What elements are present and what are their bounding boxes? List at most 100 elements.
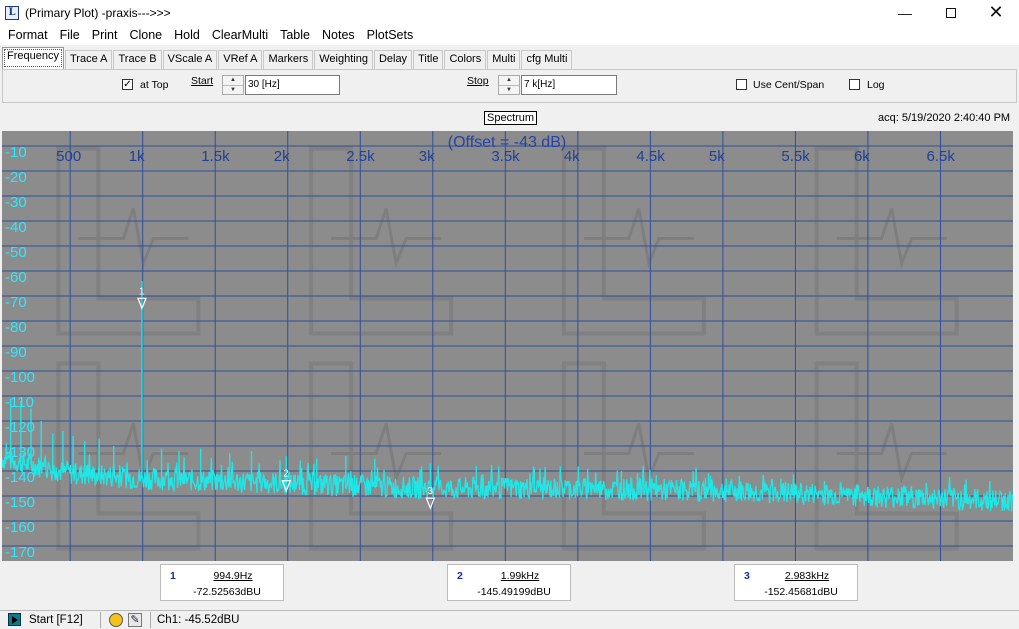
x-tick-label: 3k [419, 148, 435, 165]
marker-label: 3 [427, 486, 433, 497]
menu-file[interactable]: File [54, 28, 86, 42]
y-tick-label: -70 [5, 294, 27, 311]
y-tick-label: -160 [5, 519, 35, 536]
minimize-button[interactable]: — [882, 0, 928, 25]
stop-spin-up-icon[interactable]: ▲ [499, 76, 519, 85]
stop-frequency-field[interactable]: 7 k[Hz] [521, 75, 617, 95]
spectrum-plot-svg[interactable]: (Offset = -43 dB) 500 1k 1.5k 2k 2.5k 3k 3.5k 4… [2, 131, 1013, 561]
x-tick-label: 4k [564, 148, 580, 165]
log-label: Log [867, 79, 885, 91]
x-tick-label: 1k [129, 148, 145, 165]
menu-format[interactable]: Format [2, 28, 54, 42]
marker-frequency[interactable]: 994.9Hz [161, 570, 285, 582]
tab-title[interactable]: Title [413, 50, 444, 69]
marker-frequency[interactable]: 1.99kHz [448, 570, 572, 582]
x-tick-label: 2.5k [346, 148, 375, 165]
y-tick-label: -80 [5, 319, 27, 336]
y-tick-label: -10 [5, 144, 27, 161]
title-bar[interactable]: L (Primary Plot) -praxis--->>> — ✕ [0, 0, 1019, 25]
marker-readout-2[interactable]: 2 1.99kHz -145.49199dBU [447, 564, 571, 601]
x-tick-label: 1.5k [201, 148, 230, 165]
app-logo-icon: L [5, 5, 19, 20]
tab-frequency[interactable]: Frequency [2, 47, 64, 69]
y-tick-label: -90 [5, 344, 27, 361]
maximize-icon [946, 7, 956, 18]
at-top-checkbox[interactable]: ✓ [122, 79, 133, 90]
y-tick-label: -110 [5, 394, 34, 411]
marker-frequency[interactable]: 2.983kHz [735, 570, 859, 582]
start-button[interactable]: Start [F12] [29, 614, 83, 626]
y-tick-label: -150 [5, 494, 35, 511]
menu-clone[interactable]: Clone [123, 28, 168, 42]
play-icon[interactable] [8, 613, 21, 626]
app-window: L (Primary Plot) -praxis--->>> — ✕ Forma… [0, 0, 1019, 629]
y-tick-label: -50 [5, 244, 27, 261]
tab-markers[interactable]: Markers [263, 50, 314, 69]
menu-table[interactable]: Table [274, 28, 316, 42]
menu-bar: Format File Print Clone Hold ClearMulti … [0, 25, 1019, 45]
stop-spin-down-icon[interactable]: ▼ [499, 85, 519, 94]
frequency-panel: ✓ at Top Start ▲ ▼ 30 [Hz] Stop ▲ ▼ 7 k[… [2, 69, 1017, 103]
marker-label: 2 [283, 469, 289, 480]
start-spinner[interactable]: ▲ ▼ [222, 75, 244, 95]
channel-reading: Ch1: -45.52dBU [157, 614, 240, 626]
menu-print[interactable]: Print [86, 28, 124, 42]
acquisition-timestamp: acq: 5/19/2020 2:40:40 PM [878, 112, 1011, 124]
tab-colors[interactable]: Colors [444, 50, 487, 69]
at-top-label: at Top [140, 79, 169, 91]
y-tick-label: -140 [5, 469, 35, 486]
x-tick-label: 500 [56, 148, 81, 165]
x-tick-label: 5.5k [781, 148, 810, 165]
x-tick-label: 4.5k [636, 148, 665, 165]
tab-weighting[interactable]: Weighting [314, 50, 373, 69]
window-title: (Primary Plot) -praxis--->>> [25, 5, 171, 20]
stop-label: Stop [467, 75, 489, 87]
marker-readout-1[interactable]: 1 994.9Hz -72.52563dBU [160, 564, 284, 601]
status-divider [100, 612, 101, 628]
tab-multi[interactable]: Multi [487, 50, 521, 69]
tab-strip: Frequency Trace A Trace B VScale A VRef … [0, 47, 573, 69]
start-spin-up-icon[interactable]: ▲ [223, 76, 243, 85]
marker-label: 1 [139, 286, 145, 297]
menu-plotsets[interactable]: PlotSets [361, 28, 420, 42]
log-checkbox[interactable] [849, 79, 860, 90]
marker-level: -145.49199dBU [477, 586, 551, 598]
x-tick-label: 2k [274, 148, 290, 165]
maximize-button[interactable] [928, 0, 974, 25]
graph-title: Spectrum [484, 111, 538, 125]
y-tick-label: -30 [5, 194, 27, 211]
spectrum-plot[interactable]: (Offset = -43 dB) 500 1k 1.5k 2k 2.5k 3k 3.5k 4… [2, 131, 1013, 561]
marker-level: -152.45681dBU [764, 586, 838, 598]
status-divider [150, 612, 151, 628]
y-tick-label: -20 [5, 169, 27, 186]
tab-cfg-multi[interactable]: cfg Multi [521, 50, 573, 69]
x-tick-label: 6.5k [926, 148, 955, 165]
x-tick-label: 6k [854, 148, 870, 165]
tab-vscale-a[interactable]: VScale A [162, 50, 218, 69]
use-cent-span-label: Use Cent/Span [753, 79, 825, 91]
tab-delay[interactable]: Delay [373, 50, 413, 69]
pen-icon[interactable]: ✎ [128, 613, 142, 627]
close-button[interactable]: ✕ [973, 0, 1019, 25]
y-tick-label: -170 [5, 544, 35, 561]
y-tick-label: -100 [5, 369, 35, 386]
tab-trace-a[interactable]: Trace A [64, 50, 113, 69]
menu-clearmulti[interactable]: ClearMulti [206, 28, 274, 42]
start-spin-down-icon[interactable]: ▼ [223, 85, 243, 94]
start-frequency-field[interactable]: 30 [Hz] [245, 75, 340, 95]
start-label: Start [191, 75, 214, 87]
x-tick-label: 5k [709, 148, 725, 165]
gauge-icon[interactable] [109, 613, 123, 627]
y-tick-label: -40 [5, 219, 27, 236]
tab-trace-b[interactable]: Trace B [113, 50, 162, 69]
marker-level: -72.52563dBU [193, 586, 261, 598]
x-tick-label: 3.5k [491, 148, 520, 165]
y-tick-label: -60 [5, 269, 27, 286]
menu-hold[interactable]: Hold [168, 28, 206, 42]
stop-spinner[interactable]: ▲ ▼ [498, 75, 520, 95]
menu-notes[interactable]: Notes [316, 28, 361, 42]
tab-vref-a[interactable]: VRef A [218, 50, 263, 69]
marker-readout-3[interactable]: 3 2.983kHz -152.45681dBU [734, 564, 858, 601]
status-bar: Start [F12] ✎ Ch1: -45.52dBU [0, 610, 1019, 629]
use-cent-span-checkbox[interactable] [736, 79, 747, 90]
